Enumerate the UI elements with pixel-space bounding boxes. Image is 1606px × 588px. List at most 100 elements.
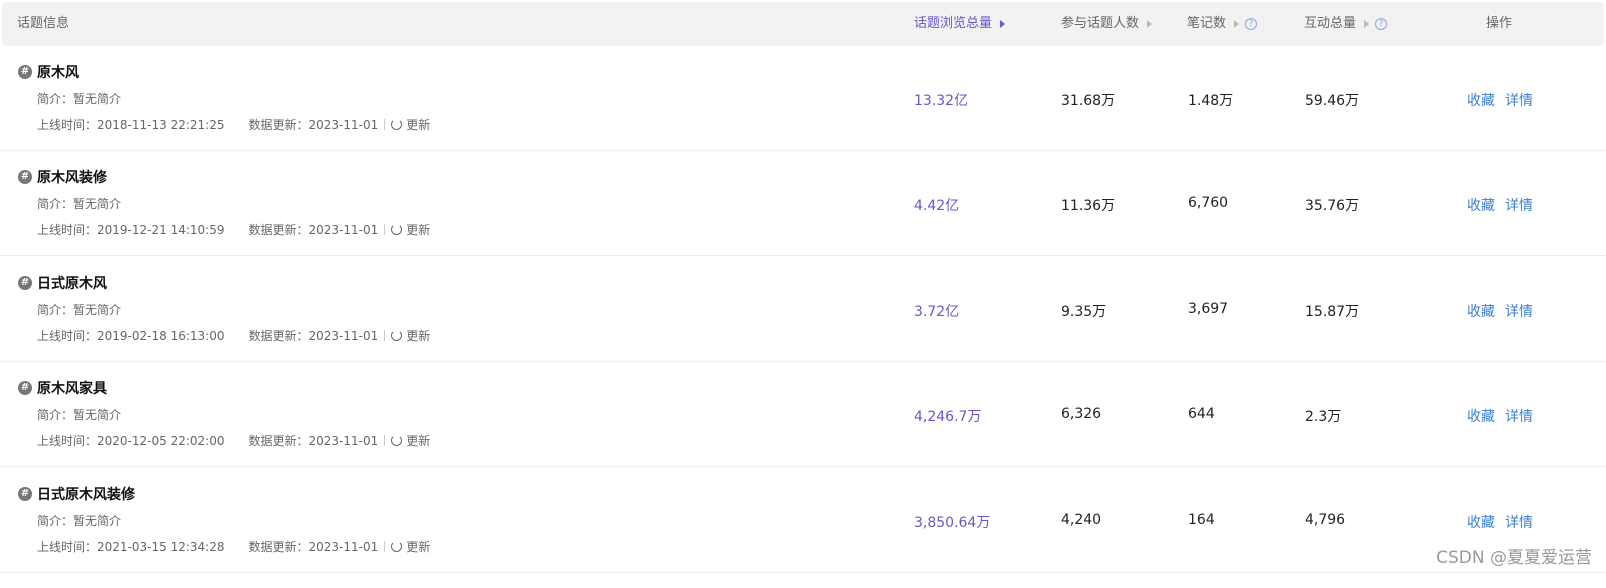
- intro-value: 暂无简介: [73, 92, 122, 106]
- hashtag-icon: #: [18, 276, 32, 290]
- divider: [384, 435, 386, 446]
- intro-value: 暂无简介: [73, 514, 122, 528]
- intro-label: 简介：: [37, 92, 74, 106]
- topic-title[interactable]: # 日式原木风装修: [18, 484, 135, 504]
- topic-title[interactable]: # 原木风家具: [18, 378, 107, 398]
- divider: [384, 330, 386, 341]
- table-row: # 原木风装修 简介：暂无简介 上线时间： 2019-12-21 14:10:59…: [0, 151, 1606, 256]
- favorite-button[interactable]: 收藏: [1467, 90, 1495, 110]
- table-row: # 原木风家具 简介：暂无简介 上线时间： 2020-12-05 22:02:00…: [0, 362, 1606, 467]
- favorite-button[interactable]: 收藏: [1467, 195, 1495, 215]
- interactions-total: 15.87万: [1305, 304, 1360, 320]
- notes-count: 164: [1188, 512, 1215, 528]
- hashtag-icon: #: [18, 487, 32, 501]
- col-actions: 操作: [1486, 2, 1512, 46]
- topic-meta: 上线时间： 2019-02-18 16:13:00 数据更新： 2023-11-01…: [37, 327, 430, 344]
- detail-button[interactable]: 详情: [1505, 406, 1533, 426]
- refresh-button[interactable]: 更新: [406, 432, 430, 449]
- col-topic-info: 话题信息: [17, 2, 69, 46]
- update-date: 2023-11-01: [308, 117, 379, 132]
- col-views-total-label: 话题浏览总量: [914, 16, 993, 31]
- row-actions: 收藏 详情: [1467, 512, 1533, 532]
- topic-name[interactable]: 日式原木风装修: [37, 484, 135, 504]
- topic-name[interactable]: 原木风装修: [37, 167, 107, 187]
- hashtag-icon: #: [18, 170, 32, 184]
- col-participants[interactable]: 参与话题人数: [1061, 2, 1153, 46]
- interactions-total: 35.76万: [1305, 198, 1360, 214]
- row-actions: 收藏 详情: [1467, 301, 1533, 321]
- intro-label: 简介：: [37, 197, 74, 211]
- views-total: 3,850.64万: [914, 515, 991, 531]
- topic-name[interactable]: 原木风: [37, 62, 79, 82]
- online-time: 2019-12-21 14:10:59: [97, 222, 225, 237]
- topic-intro: 简介：暂无简介: [37, 301, 121, 318]
- participants-count: 11.36万: [1061, 198, 1116, 214]
- update-date: 2023-11-01: [308, 328, 379, 343]
- hashtag-icon: #: [18, 381, 32, 395]
- col-actions-label: 操作: [1486, 16, 1513, 31]
- refresh-button[interactable]: 更新: [406, 221, 430, 238]
- update-label: 数据更新：: [248, 329, 309, 343]
- online-time: 2018-11-13 22:21:25: [97, 117, 225, 132]
- views-total: 3.72亿: [914, 304, 960, 320]
- refresh-icon[interactable]: [391, 119, 403, 130]
- refresh-button[interactable]: 更新: [406, 327, 430, 344]
- refresh-icon[interactable]: [391, 330, 403, 341]
- topic-intro: 简介：暂无简介: [37, 195, 121, 212]
- interactions-total: 4,796: [1305, 512, 1346, 528]
- refresh-button[interactable]: 更新: [406, 538, 430, 555]
- update-date: 2023-11-01: [308, 222, 379, 237]
- topic-name[interactable]: 原木风家具: [37, 378, 107, 398]
- update-label: 数据更新：: [248, 540, 309, 554]
- table-row: # 日式原木风装修 简介：暂无简介 上线时间： 2021-03-15 12:34:…: [0, 468, 1606, 573]
- col-topic-info-label: 话题信息: [17, 16, 70, 31]
- topic-title[interactable]: # 日式原木风: [18, 273, 107, 293]
- topic-title[interactable]: # 原木风装修: [18, 167, 107, 187]
- update-label: 数据更新：: [248, 223, 309, 237]
- online-time: 2019-02-18 16:13:00: [97, 328, 225, 343]
- col-notes-label: 笔记数: [1187, 16, 1227, 31]
- table-header: 话题信息 话题浏览总量 参与话题人数 笔记数 ? 互动总量 ? 操作: [2, 2, 1604, 46]
- table-row: # 日式原木风 简介：暂无简介 上线时间： 2019-02-18 16:13:00…: [0, 257, 1606, 362]
- table-row: # 原木风 简介：暂无简介 上线时间： 2018-11-13 22:21:25 数…: [0, 46, 1606, 151]
- sort-icon[interactable]: [1364, 20, 1370, 28]
- detail-button[interactable]: 详情: [1505, 195, 1533, 215]
- divider: [384, 224, 386, 235]
- topic-intro: 简介：暂无简介: [37, 406, 121, 423]
- online-label: 上线时间：: [37, 329, 98, 343]
- online-time: 2021-03-15 12:34:28: [97, 539, 225, 554]
- col-notes[interactable]: 笔记数 ?: [1187, 2, 1258, 46]
- refresh-icon[interactable]: [391, 541, 403, 552]
- refresh-icon[interactable]: [391, 224, 403, 235]
- topic-title[interactable]: # 原木风: [18, 62, 79, 82]
- participants-count: 31.68万: [1061, 93, 1116, 109]
- detail-button[interactable]: 详情: [1505, 301, 1533, 321]
- online-label: 上线时间：: [37, 434, 98, 448]
- sort-icon[interactable]: [1000, 20, 1006, 28]
- views-total: 4.42亿: [914, 198, 960, 214]
- favorite-button[interactable]: 收藏: [1467, 301, 1495, 321]
- col-views-total[interactable]: 话题浏览总量: [914, 2, 1006, 46]
- intro-label: 简介：: [37, 408, 74, 422]
- topic-name[interactable]: 日式原木风: [37, 273, 107, 293]
- sort-icon[interactable]: [1234, 20, 1240, 28]
- help-icon[interactable]: ?: [1375, 18, 1388, 30]
- help-icon[interactable]: ?: [1245, 18, 1258, 30]
- watermark: CSDN @夏夏爱运营: [1436, 548, 1592, 568]
- col-interactions[interactable]: 互动总量 ?: [1304, 2, 1388, 46]
- interactions-total: 2.3万: [1305, 409, 1342, 425]
- row-actions: 收藏 详情: [1467, 406, 1533, 426]
- favorite-button[interactable]: 收藏: [1467, 512, 1495, 532]
- refresh-icon[interactable]: [391, 435, 403, 446]
- refresh-button[interactable]: 更新: [406, 116, 430, 133]
- update-date: 2023-11-01: [308, 539, 379, 554]
- participants-count: 4,240: [1061, 512, 1102, 528]
- views-total: 4,246.7万: [914, 409, 982, 425]
- favorite-button[interactable]: 收藏: [1467, 406, 1495, 426]
- detail-button[interactable]: 详情: [1505, 90, 1533, 110]
- detail-button[interactable]: 详情: [1505, 512, 1533, 532]
- notes-count: 1.48万: [1188, 93, 1234, 109]
- sort-icon[interactable]: [1147, 20, 1153, 28]
- interactions-total: 59.46万: [1305, 93, 1360, 109]
- notes-count: 6,760: [1188, 195, 1229, 211]
